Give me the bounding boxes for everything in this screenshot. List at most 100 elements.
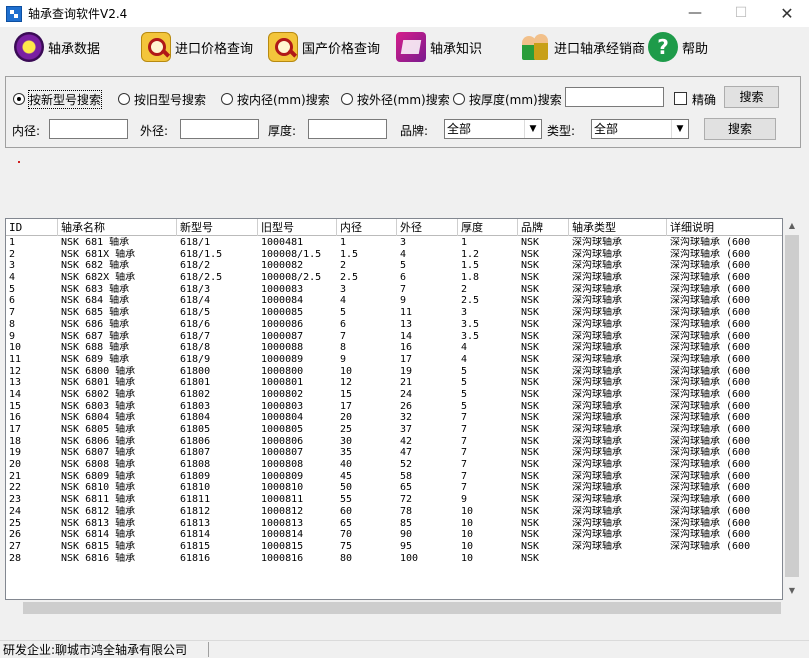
cell-outer-diameter: 14 bbox=[400, 330, 413, 342]
column-header-brand[interactable]: 品牌 bbox=[518, 219, 569, 236]
chevron-down-icon[interactable]: ▼ bbox=[524, 120, 541, 138]
table-row[interactable]: 2 NSK 681X 轴承 618/1.5 100008/1.5 1.5 4 1.2 NSK 深… bbox=[6, 249, 782, 261]
table-row[interactable]: 5 NSK 683 轴承 618/3 1000083 3 7 2 NSK 深沟球轴承 深沟球轴承 … bbox=[6, 284, 782, 296]
cell-bearing-type: 深沟球轴承 bbox=[572, 470, 622, 482]
cell-inner-diameter: 6 bbox=[340, 318, 347, 330]
thickness-input[interactable] bbox=[308, 119, 387, 139]
table-row[interactable]: 20 NSK 6808 轴承 61808 1000808 40 52 7 NSK 深沟球轴承 深沟… bbox=[6, 459, 782, 471]
cell-outer-diameter: 9 bbox=[400, 295, 407, 307]
keyword-input[interactable] bbox=[565, 87, 664, 107]
cell-outer-diameter: 26 bbox=[400, 400, 413, 412]
toolbar-import-price-button[interactable]: 进口价格查询 bbox=[141, 30, 253, 64]
table-row[interactable]: 14 NSK 6802 轴承 61802 1000802 15 24 5 NSK 深沟球轴承 深沟… bbox=[6, 389, 782, 401]
minimize-button[interactable]: — bbox=[672, 0, 718, 27]
table-row[interactable]: 8 NSK 686 轴承 618/6 1000086 6 13 3.5 NSK 深沟球轴承 深沟球… bbox=[6, 318, 782, 331]
exact-checkbox[interactable] bbox=[674, 92, 687, 105]
maximize-button[interactable]: ☐ bbox=[718, 0, 764, 27]
inner-diameter-input[interactable] bbox=[49, 119, 128, 139]
vertical-scrollbar[interactable]: ▲ ▼ bbox=[783, 218, 801, 600]
column-header-bearing-name[interactable]: 轴承名称 bbox=[58, 219, 177, 236]
cell-id: 4 bbox=[9, 272, 16, 284]
cell-description: 深沟球轴承 (600 bbox=[670, 342, 751, 354]
cell-description: 深沟球轴承 (600 bbox=[670, 400, 751, 412]
toolbar-help-button[interactable]: ? 帮助 bbox=[648, 30, 708, 64]
table-row[interactable]: 1 NSK 681 轴承 618/1 1000481 1 3 1 NSK 深沟球轴承 深沟球轴承 … bbox=[6, 237, 782, 249]
table-row[interactable]: 19 NSK 6807 轴承 61807 1000807 35 47 7 NSK 深沟球轴承 深沟… bbox=[6, 447, 782, 459]
toolbar-bearing-data-button[interactable]: 轴承数据 bbox=[14, 30, 100, 64]
table-row[interactable]: 7 NSK 685 轴承 618/5 1000085 5 11 3 NSK 深沟球轴承 深沟球轴承… bbox=[6, 307, 782, 319]
cell-brand: NSK bbox=[521, 400, 540, 412]
horizontal-scroll-thumb[interactable] bbox=[23, 602, 781, 614]
horizontal-scrollbar[interactable] bbox=[23, 600, 783, 616]
column-header-description[interactable]: 详细说明 bbox=[667, 219, 782, 236]
cell-new-model: 618/4 bbox=[180, 295, 211, 307]
table-row[interactable]: 17 NSK 6805 轴承 61805 1000805 25 37 7 NSK 深沟球轴承 深沟… bbox=[6, 424, 782, 436]
table-row[interactable]: 22 NSK 6810 轴承 61810 1000810 50 65 7 NSK 深沟球轴承 深沟… bbox=[6, 482, 782, 494]
column-header-old-model[interactable]: 旧型号 bbox=[258, 219, 337, 236]
cell-outer-diameter: 47 bbox=[400, 447, 413, 459]
table-row[interactable]: 4 NSK 682X 轴承 618/2.5 100008/2.5 2.5 6 1.8 NSK 深… bbox=[6, 272, 782, 284]
column-header-new-model[interactable]: 新型号 bbox=[177, 219, 258, 236]
table-row[interactable]: 10 NSK 688 轴承 618/8 1000088 8 16 4 NSK 深沟球轴承 深沟球轴… bbox=[6, 342, 782, 354]
table-row[interactable]: 24 NSK 6812 轴承 61812 1000812 60 78 10 NSK 深沟球轴承 深… bbox=[6, 505, 782, 518]
column-header-bearing-type[interactable]: 轴承类型 bbox=[569, 219, 667, 236]
outer-diameter-input[interactable] bbox=[180, 119, 259, 139]
search-button[interactable]: 搜索 bbox=[724, 86, 779, 108]
close-button[interactable]: ✕ bbox=[764, 0, 809, 27]
scroll-down-icon[interactable]: ▼ bbox=[783, 586, 801, 595]
radio-outer-diameter[interactable]: 按外径(mm)搜索 bbox=[341, 91, 450, 107]
cell-thickness: 7 bbox=[461, 424, 468, 435]
cell-bearing-type: 深沟球轴承 bbox=[572, 342, 622, 354]
cell-brand: NSK bbox=[521, 272, 540, 284]
table-row[interactable]: 25 NSK 6813 轴承 61813 1000813 65 85 10 NSK 深沟球轴承 深… bbox=[6, 518, 782, 530]
filter-search-button[interactable]: 搜索 bbox=[704, 118, 776, 140]
radio-inner-diameter[interactable]: 按内径(mm)搜索 bbox=[221, 91, 330, 107]
people-icon bbox=[520, 32, 550, 62]
cell-old-model: 1000812 bbox=[261, 505, 304, 517]
table-row[interactable]: 3 NSK 682 轴承 618/2 1000082 2 5 1.5 NSK 深沟球轴承 深沟球轴… bbox=[6, 260, 782, 272]
toolbar-dealers-button[interactable]: 进口轴承经销商 bbox=[520, 30, 645, 64]
cell-description: 深沟球轴承 (600 bbox=[670, 482, 751, 494]
table-row[interactable]: 12 NSK 6800 轴承 61800 1000800 10 19 5 NSK 深沟球轴承 深沟… bbox=[6, 366, 782, 378]
table-row[interactable]: 28 NSK 6816 轴承 61816 1000816 80 100 10 NSK bbox=[6, 553, 782, 565]
brand-label: 品牌: bbox=[400, 124, 429, 138]
cell-thickness: 7 bbox=[461, 482, 468, 494]
type-select[interactable]: 全部 ▼ bbox=[591, 119, 689, 139]
radio-new-model[interactable]: 按新型号搜索 bbox=[13, 89, 103, 109]
radio-old-model[interactable]: 按旧型号搜索 bbox=[118, 91, 206, 107]
table-row[interactable]: 21 NSK 6809 轴承 61809 1000809 45 58 7 NSK 深沟球轴承 深沟… bbox=[6, 470, 782, 483]
cell-bearing-name: NSK 681 轴承 bbox=[61, 237, 130, 248]
cell-bearing-type: 深沟球轴承 bbox=[572, 447, 622, 459]
scroll-up-icon[interactable]: ▲ bbox=[783, 221, 801, 230]
table-row[interactable]: 11 NSK 689 轴承 618/9 1000089 9 17 4 NSK 深沟球轴承 深沟球轴… bbox=[6, 353, 782, 366]
toolbar-bearing-knowledge-button[interactable]: 轴承知识 bbox=[396, 30, 482, 64]
table-row[interactable]: 6 NSK 684 轴承 618/4 1000084 4 9 2.5 NSK 深沟球轴承 深沟球轴… bbox=[6, 295, 782, 307]
table-body[interactable]: 1 NSK 681 轴承 618/1 1000481 1 3 1 NSK 深沟球轴承 深沟球轴承 … bbox=[6, 237, 782, 565]
table-row[interactable]: 23 NSK 6811 轴承 61811 1000811 55 72 9 NSK 深沟球轴承 深沟… bbox=[6, 494, 782, 506]
table-row[interactable]: 9 NSK 687 轴承 618/7 1000087 7 14 3.5 NSK 深沟球轴承 深沟球… bbox=[6, 330, 782, 343]
cell-inner-diameter: 1 bbox=[340, 237, 347, 248]
table-row[interactable]: 26 NSK 6814 轴承 61814 1000814 70 90 10 NSK 深沟球轴承 深… bbox=[6, 529, 782, 541]
cell-brand: NSK bbox=[521, 260, 540, 272]
column-header-thickness[interactable]: 厚度 bbox=[458, 219, 518, 236]
brand-select[interactable]: 全部 ▼ bbox=[444, 119, 542, 139]
cell-inner-diameter: 9 bbox=[340, 353, 347, 365]
column-header-id[interactable]: ID bbox=[6, 219, 58, 236]
toolbar-domestic-price-button[interactable]: 国产价格查询 bbox=[268, 30, 380, 64]
column-header-inner-diameter[interactable]: 内径 bbox=[337, 219, 397, 236]
bearing-table[interactable]: ID 轴承名称 新型号 旧型号 内径 外径 厚度 品牌 轴承类型 详细说明 1 NSK 681 轴承… bbox=[5, 218, 783, 600]
table-row[interactable]: 18 NSK 6806 轴承 61806 1000806 30 42 7 NSK 深沟球轴承 深沟… bbox=[6, 435, 782, 448]
chevron-down-icon[interactable]: ▼ bbox=[671, 120, 688, 138]
cell-description: 深沟球轴承 (600 bbox=[670, 505, 751, 517]
table-row[interactable]: 15 NSK 6803 轴承 61803 1000803 17 26 5 NSK 深沟球轴承 深沟… bbox=[6, 400, 782, 413]
cell-old-model: 1000807 bbox=[261, 447, 304, 459]
cell-outer-diameter: 95 bbox=[400, 540, 413, 552]
table-row[interactable]: 16 NSK 6804 轴承 61804 1000804 20 32 7 NSK 深沟球轴承 深沟… bbox=[6, 412, 782, 424]
radio-thickness[interactable]: 按厚度(mm)搜索 bbox=[453, 91, 562, 107]
table-row[interactable]: 27 NSK 6815 轴承 61815 1000815 75 95 10 NSK 深沟球轴承 深… bbox=[6, 540, 782, 553]
cell-thickness: 3 bbox=[461, 307, 468, 319]
cell-inner-diameter: 30 bbox=[340, 435, 353, 447]
vertical-scroll-thumb[interactable] bbox=[785, 235, 799, 577]
table-row[interactable]: 13 NSK 6801 轴承 61801 1000801 12 21 5 NSK 深沟球轴承 深沟… bbox=[6, 377, 782, 389]
column-header-outer-diameter[interactable]: 外径 bbox=[397, 219, 458, 236]
